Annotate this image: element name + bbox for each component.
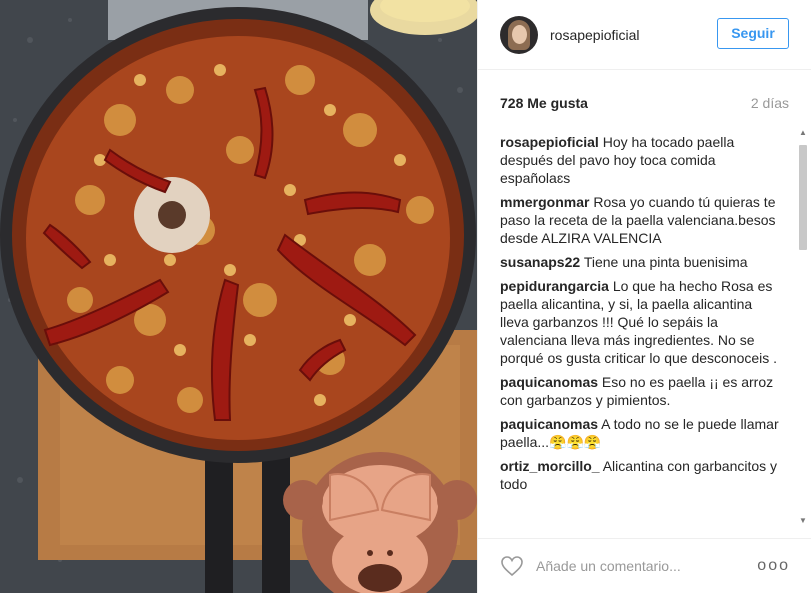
comment-item: rosapepioficial Hoy ha tocado paella des… [500, 133, 780, 187]
post-time[interactable]: 2 días [751, 95, 789, 111]
paella-image [0, 0, 477, 593]
post-meta: 728 Me gusta 2 días [500, 93, 789, 113]
comment-item: paquicanomas Eso no es paella ¡¡ es arro… [500, 373, 780, 409]
comment-username[interactable]: mmergonmar [500, 194, 589, 210]
scroll-thumb[interactable] [799, 145, 807, 250]
comment-item: mmergonmar Rosa yo cuando tú quieras te … [500, 193, 780, 247]
comment-scrollbar[interactable]: ▲ ▼ [797, 127, 809, 527]
comment-username[interactable]: paquicanomas [500, 374, 598, 390]
scroll-down-icon[interactable]: ▼ [797, 515, 809, 527]
comment-username[interactable]: pepidurangarcia [500, 278, 609, 294]
comment-list[interactable]: rosapepioficial Hoy ha tocado paella des… [500, 133, 780, 530]
comment-item: ortiz_morcillo_ Alicantina con garbancit… [500, 457, 780, 493]
post-modal: rosapepioficial Seguir 728 Me gusta 2 dí… [0, 0, 811, 593]
follow-button[interactable]: Seguir [717, 18, 789, 49]
likes-count[interactable]: 728 Me gusta [500, 95, 588, 111]
comment-username[interactable]: susanaps22 [500, 254, 580, 270]
more-options-icon[interactable]: ooo [757, 557, 790, 575]
heart-icon[interactable] [500, 554, 524, 578]
comment-item: susanaps22 Tiene una pinta buenisima [500, 253, 780, 271]
comment-item: paquicanomas A todo no se le puede llama… [500, 415, 780, 451]
comment-input[interactable] [536, 558, 736, 574]
post-photo[interactable] [0, 0, 477, 593]
post-footer: ooo [478, 538, 811, 593]
comment-text: Tiene una pinta buenisima [583, 254, 748, 270]
comment-item: pepidurangarcia Lo que ha hecho Rosa es … [500, 277, 780, 367]
avatar[interactable] [500, 15, 538, 54]
scroll-up-icon[interactable]: ▲ [797, 127, 809, 139]
post-header: rosapepioficial Seguir [478, 0, 811, 70]
comment-username[interactable]: ortiz_morcillo_ [500, 458, 600, 474]
comment-username[interactable]: rosapepioficial [500, 134, 599, 150]
comment-username[interactable]: paquicanomas [500, 416, 598, 432]
post-sidebar: rosapepioficial Seguir 728 Me gusta 2 dí… [477, 0, 811, 593]
username-link[interactable]: rosapepioficial [550, 27, 640, 43]
